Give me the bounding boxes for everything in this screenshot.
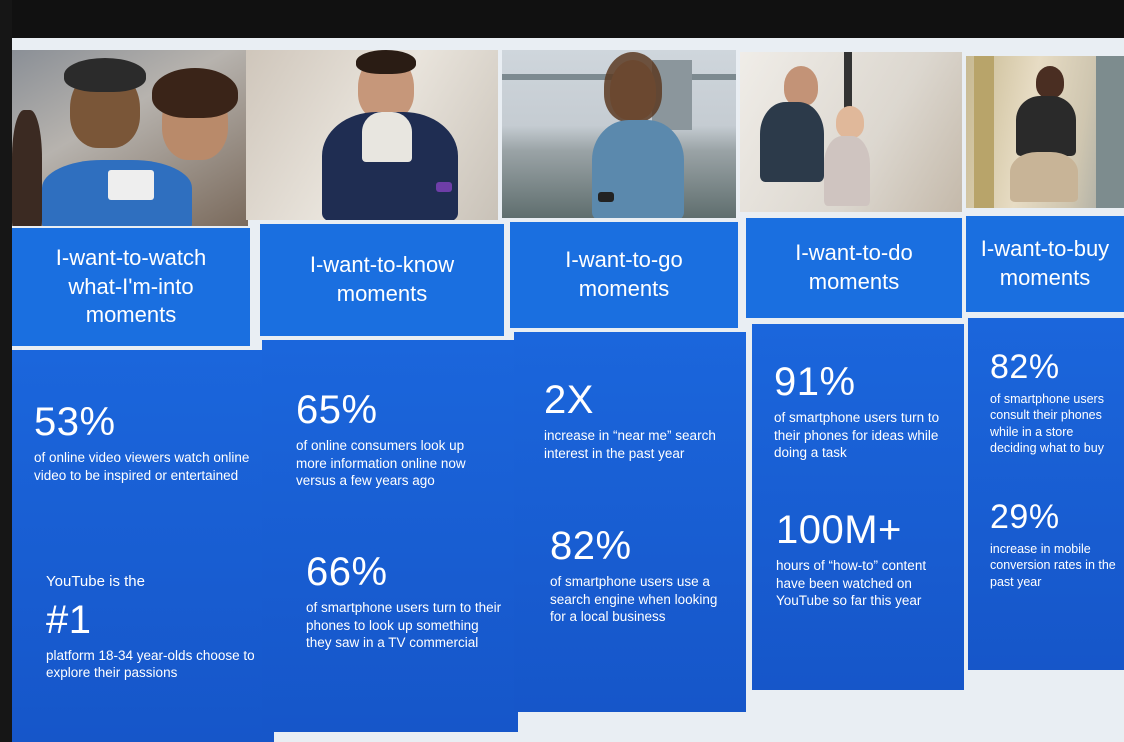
- title-buy-moments: I-want-to-buy moments: [966, 216, 1124, 312]
- photo-know-man-phone: [246, 50, 498, 220]
- photo-watch-friends: [12, 50, 248, 226]
- monitor-bezel-left: [0, 0, 12, 742]
- stats-do-moments: 91% of smartphone users turn to their ph…: [752, 324, 964, 690]
- title-line: what-I'm-into: [68, 273, 194, 299]
- monitor-bezel-top: [0, 0, 1124, 40]
- title-line: I-want-to-do: [795, 240, 913, 266]
- stat-value: 100M+: [776, 508, 902, 552]
- title-line: I-want-to-know: [309, 252, 455, 278]
- photo-go-woman-bridge: [502, 50, 736, 218]
- stats-go-moments: 2X increase in “near me” search interest…: [514, 332, 746, 712]
- stats-buy-moments: 82% of smartphone users consult their ph…: [968, 318, 1124, 670]
- photo-buy-woman-store: [966, 56, 1124, 208]
- infographic-screen: I-want-to-watch what-I'm-into moments 53…: [12, 38, 1124, 742]
- title-line: I-want-to-watch: [55, 245, 207, 271]
- stat-text: of online video viewers watch online vid…: [34, 450, 250, 483]
- stat-text: of smartphone users use a search engine …: [550, 574, 718, 625]
- stat-value: 82%: [550, 524, 632, 568]
- stat-text: of smartphone users turn to their phones…: [774, 410, 940, 461]
- stat-value: 82%: [990, 348, 1060, 386]
- stat-value: 29%: [990, 498, 1060, 536]
- stat-text: of smartphone users consult their phones…: [990, 392, 1104, 455]
- stat-text: of online consumers look up more informa…: [296, 438, 466, 489]
- title-line: moments: [999, 265, 1091, 290]
- title-know-moments: I-want-to-know moments: [260, 224, 504, 336]
- title-line: I-want-to-buy: [980, 236, 1110, 262]
- stat-value: 53%: [34, 400, 116, 444]
- title-line: moments: [808, 269, 900, 294]
- stats-watch-moments: 53% of online video viewers watch online…: [12, 350, 274, 742]
- stat-value: #1: [46, 597, 92, 642]
- stat-text: hours of “how-to” content have been watc…: [776, 558, 927, 609]
- title-line: I-want-to-go: [565, 247, 683, 273]
- stat-value: 91%: [774, 360, 856, 404]
- stat-value: 65%: [296, 388, 378, 432]
- title-go-moments: I-want-to-go moments: [510, 222, 738, 328]
- title-line: moments: [85, 302, 177, 328]
- stats-know-moments: 65% of online consumers look up more inf…: [262, 340, 518, 732]
- stat-text: of smartphone users turn to their phones…: [306, 600, 502, 651]
- title-line: moments: [578, 276, 670, 301]
- title-do-moments: I-want-to-do moments: [746, 218, 962, 318]
- stat-text: platform 18-34 year-olds choose to explo…: [46, 647, 255, 681]
- stat-value: 66%: [306, 550, 388, 594]
- photo-do-father-daughter: [740, 52, 962, 212]
- stat-text: increase in “near me” search interest in…: [544, 428, 716, 461]
- title-watch-moments: I-want-to-watch what-I'm-into moments: [12, 228, 250, 346]
- title-line: moments: [336, 281, 428, 306]
- stat-prefix: YouTube is the: [46, 573, 145, 590]
- stat-text: increase in mobile conversion rates in t…: [990, 542, 1116, 589]
- stat-value: 2X: [544, 378, 594, 422]
